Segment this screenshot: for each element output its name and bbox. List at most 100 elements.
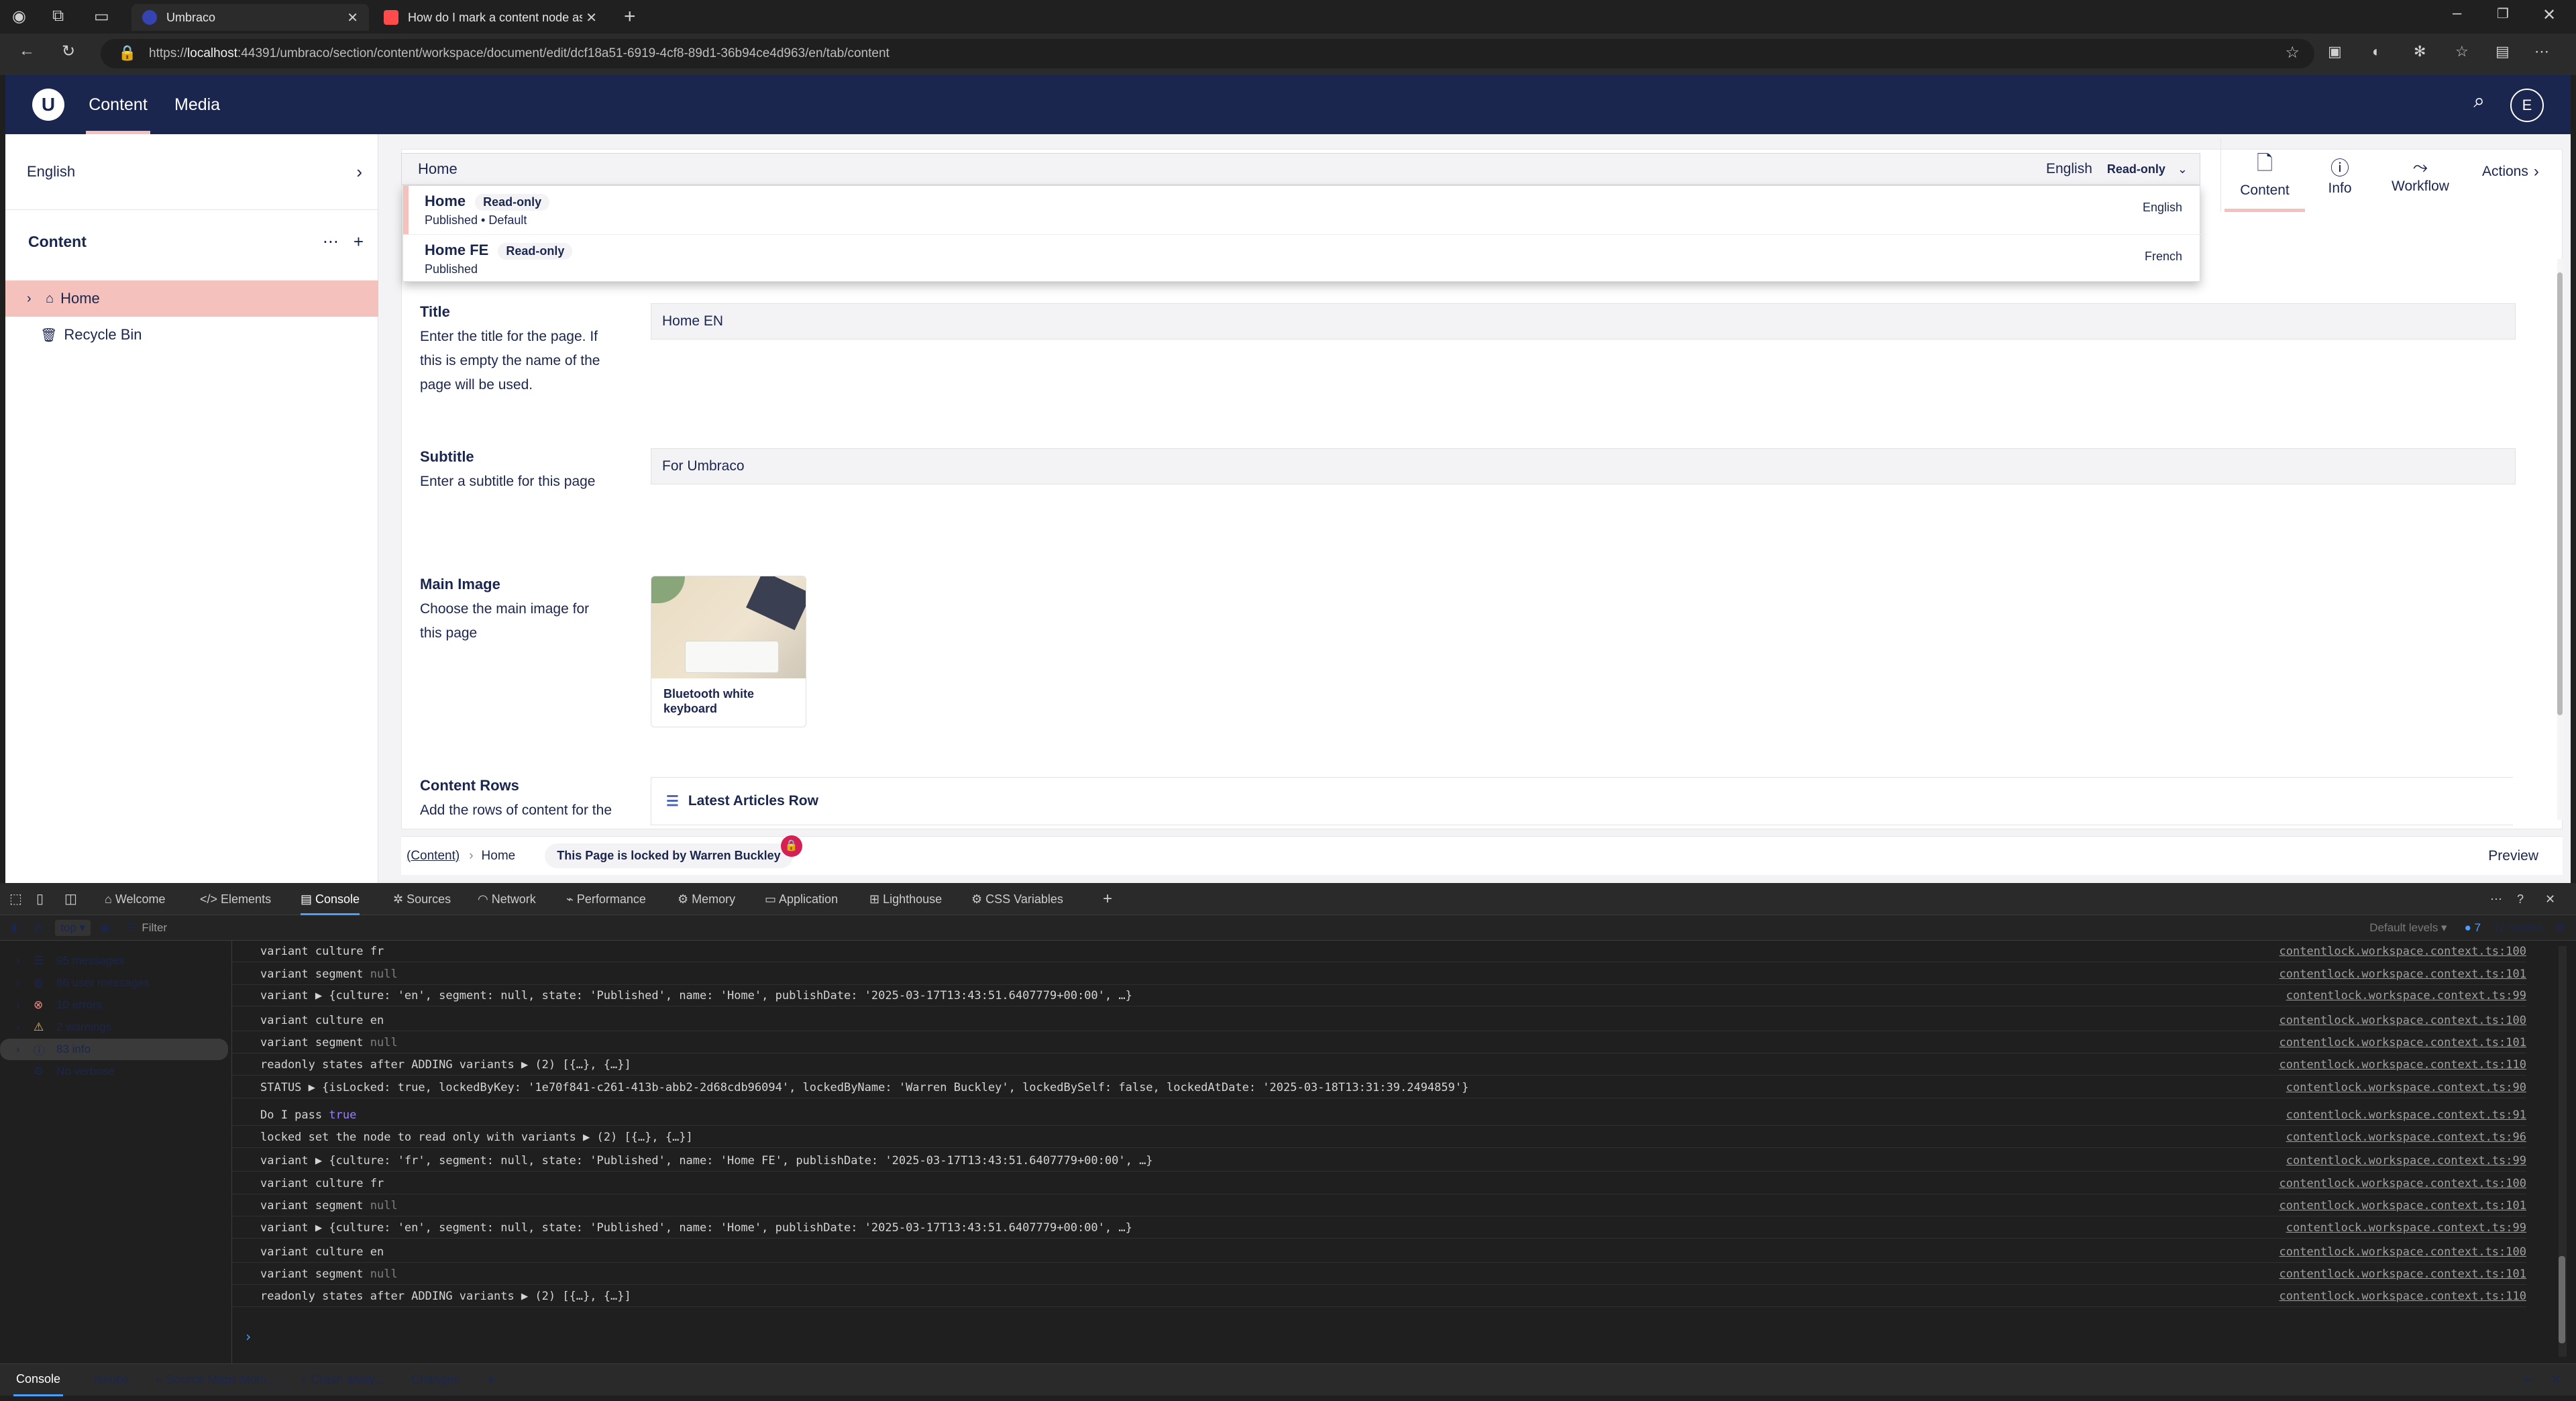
user-avatar[interactable]: E [2510,89,2544,122]
window-close-icon[interactable]: ✕ [2542,5,2556,25]
tree-item-recycle-bin[interactable]: 🗑 Recycle Bin [5,317,378,353]
scroll-thumb[interactable] [2557,272,2563,715]
variant-option-en[interactable]: Home Read-only Published • Default Englis… [403,186,2206,234]
title-input[interactable]: Home EN [651,303,2516,340]
actions-menu[interactable]: Actions › [2482,158,2539,185]
variant-language[interactable]: English [2046,161,2092,177]
browser-tab-umbraco[interactable]: Umbraco ✕ [131,4,369,31]
console-log-row[interactable]: variant segment null contentlock.workspac… [232,1263,2526,1285]
drawer-tab-source-maps[interactable]: ⌕ Source Maps Moni... [156,1373,276,1387]
console-log-row[interactable]: locked set the node to read only with va… [232,1127,2526,1148]
log-source-link[interactable]: contentlock.workspace.context.ts:96 [2286,1127,2526,1148]
scroll-thumb[interactable] [2559,1256,2565,1343]
log-source-link[interactable]: contentlock.workspace.context.ts:101 [2279,1195,2526,1216]
copilot-icon[interactable]: ▤ [2496,43,2510,60]
nav-tab-media[interactable]: Media [174,75,220,134]
context-selector[interactable]: top ▾ [55,919,91,936]
levels-dropdown[interactable]: Default levels ▾ [2369,921,2447,935]
language-selector[interactable]: English › [27,158,362,185]
sidebar-item-warnings[interactable]: › ⚠ 2 warnings [0,1017,228,1038]
log-source-link[interactable]: contentlock.workspace.context.ts:99 [2286,1150,2526,1172]
preview-button[interactable]: Preview [2488,848,2538,864]
more-icon[interactable]: ⋯ [2534,43,2549,60]
umbraco-logo[interactable]: U [32,89,64,121]
log-source-link[interactable]: contentlock.workspace.context.ts:101 [2279,964,2526,985]
log-source-link[interactable]: contentlock.workspace.context.ts:110 [2279,1286,2526,1307]
console-log-row[interactable]: STATUS ▶ {isLocked: true, lockedByKey: '… [232,1077,2526,1098]
reload-icon[interactable]: ↻ [62,42,75,61]
tab-console[interactable]: ▤ Console [301,883,360,915]
lock-icon[interactable]: 🔒 [118,44,136,62]
console-log-row[interactable]: variant culture en contentlock.workspace.… [232,1241,2526,1263]
log-source-link[interactable]: contentlock.workspace.context.ts:110 [2279,1054,2526,1076]
filter-input[interactable]: Filter [142,921,167,935]
log-source-link[interactable]: contentlock.workspace.context.ts:90 [2286,1077,2526,1098]
sidebar-item-messages[interactable]: › ☰ 95 messages [0,950,228,972]
tab-application[interactable]: ▭ Application [765,883,838,915]
log-source-link[interactable]: contentlock.workspace.context.ts:101 [2279,1032,2526,1053]
log-source-link[interactable]: contentlock.workspace.context.ts:101 [2279,1263,2526,1285]
sidebar-toggle-icon[interactable]: ◧ [11,921,21,935]
tab-welcome[interactable]: ⌂ Welcome [105,883,166,915]
console-log-row[interactable]: variant culture fr contentlock.workspace.… [232,941,2526,962]
tab-network[interactable]: ◠ Network [478,883,536,915]
collections-icon[interactable]: ⧉ [52,7,64,25]
address-bar[interactable]: 🔒 https://localhost:44391/umbraco/sectio… [101,39,2314,68]
chevron-down-icon[interactable]: ⌄ [2178,162,2188,176]
tab-performance[interactable]: ⌁ Performance [566,883,646,915]
console-log-row[interactable]: variant segment null contentlock.workspac… [232,964,2526,985]
log-source-link[interactable]: contentlock.workspace.context.ts:99 [2286,1217,2526,1239]
log-source-link[interactable]: contentlock.workspace.context.ts:100 [2279,941,2526,962]
close-icon[interactable]: ✕ [586,9,597,26]
profile-icon[interactable]: ◉ [12,7,26,26]
tab-elements[interactable]: </> Elements [200,883,271,915]
dock-drawer-icon[interactable]: ⇤ [2524,1373,2534,1387]
breadcrumb-current[interactable]: Home [482,849,516,864]
more-icon[interactable]: ⋯ [2490,883,2502,915]
log-source-link[interactable]: contentlock.workspace.context.ts:99 [2286,985,2526,1006]
block-row[interactable]: ☰ Latest Articles Row [651,777,2513,825]
log-source-link[interactable]: contentlock.workspace.context.ts:100 [2279,1241,2526,1263]
console-log-row[interactable]: variant ▶ {culture: 'en', segment: null,… [232,985,2526,1006]
minimize-icon[interactable]: – [2453,4,2461,23]
tab-lighthouse[interactable]: ⊞ Lighthouse [869,883,942,915]
nav-tab-content[interactable]: Content [86,75,150,134]
sidebar-item-verbose[interactable]: ⚙ No verbose [0,1061,228,1082]
close-icon[interactable]: ✕ [347,9,358,26]
tab-memory[interactable]: ⚙ Memory [678,883,735,915]
console-log-row[interactable]: readonly states after ADDING variants ▶ … [232,1286,2526,1307]
dock-icon[interactable]: ◫ [64,883,77,915]
tracking-icon[interactable]: ◐ [2372,43,2381,60]
log-source-link[interactable]: contentlock.workspace.context.ts:91 [2286,1104,2526,1126]
inspect-icon[interactable]: ⬚ [9,883,22,915]
issues-badge[interactable]: ● 7 [2465,921,2481,935]
close-devtools-icon[interactable]: ✕ [2545,883,2555,915]
device-icon[interactable]: ▯ [36,883,44,915]
tab-actions-icon[interactable]: ▭ [94,7,109,26]
browser-tab-forum[interactable]: How do I mark a content node as ✕ [373,4,608,31]
add-icon[interactable]: + [354,231,364,252]
favorites-icon[interactable]: ☆ [2455,43,2469,60]
console-log-row[interactable]: variant ▶ {culture: 'fr', segment: null,… [232,1150,2526,1172]
clear-console-icon[interactable]: ⊘ [34,921,43,935]
console-prompt[interactable]: › [244,1329,252,1345]
view-info[interactable]: ⓘ Info [2300,138,2380,212]
eye-icon[interactable]: ◉ [100,921,110,935]
media-card[interactable]: Bluetooth white keyboard [651,576,806,727]
console-log-row[interactable]: variant culture en contentlock.workspace.… [232,1010,2526,1031]
add-tab-icon[interactable]: + [1103,883,1112,915]
settings-icon[interactable]: ⚙ [2555,921,2565,935]
variant-state[interactable]: Read-only [2107,162,2165,176]
close-drawer-icon[interactable]: ✕ [2551,1373,2561,1387]
tab-css-variables[interactable]: ⚙ CSS Variables [971,883,1063,915]
console-log-row[interactable]: variant segment null contentlock.workspac… [232,1195,2526,1216]
extension-icon[interactable]: ▣ [2328,43,2342,60]
log-source-link[interactable]: contentlock.workspace.context.ts:100 [2279,1173,2526,1194]
console-log-row[interactable]: variant culture fr contentlock.workspace.… [232,1173,2526,1194]
tree-item-home[interactable]: › ⌂ Home [5,280,378,317]
sidebar-item-user-messages[interactable]: › ◍ 86 user messages [0,972,228,994]
new-tab-icon[interactable]: + [624,5,636,28]
more-actions-icon[interactable]: ⋯ [323,232,339,252]
console-log-row[interactable]: variant ▶ {culture: 'en', segment: null,… [232,1217,2526,1239]
drawer-tab-changes[interactable]: Changes [411,1373,460,1387]
